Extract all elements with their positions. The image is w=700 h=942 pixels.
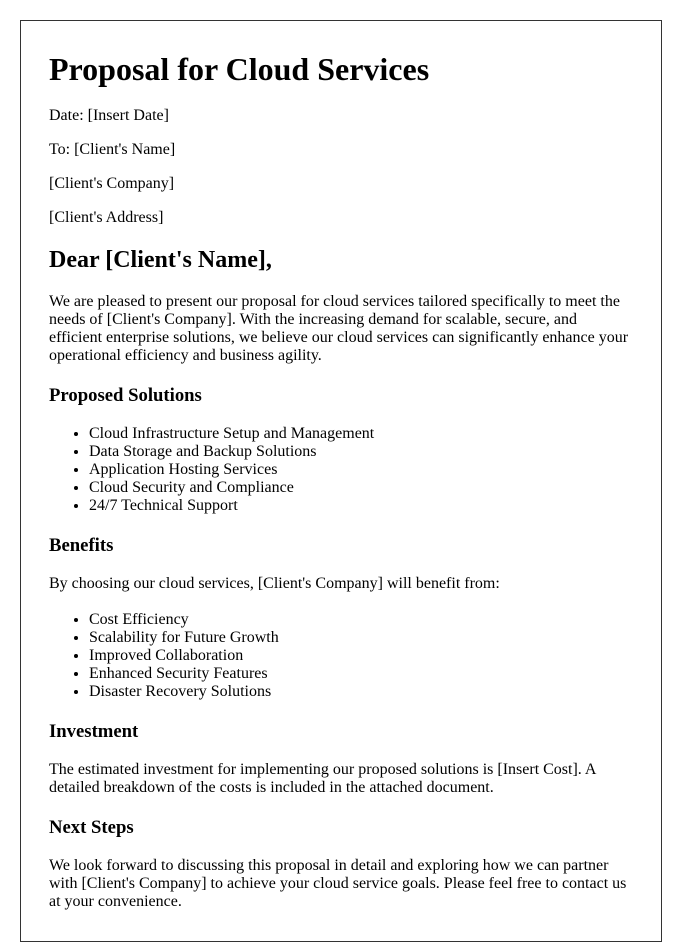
benefits-intro: By choosing our cloud services, [Client'… xyxy=(49,575,500,592)
proposed-solutions-heading: Proposed Solutions xyxy=(49,385,202,406)
list-item: 24/7 Technical Support xyxy=(89,497,633,515)
benefits-section: Benefits By choosing our cloud services,… xyxy=(49,535,633,701)
recipient-company-line: [Client's Company] xyxy=(49,175,175,192)
benefits-list: Cost Efficiency Scalability for Future G… xyxy=(49,611,633,701)
list-item: Cloud Security and Compliance xyxy=(89,479,633,497)
proposal-document: Proposal for Cloud Services Date: [Inser… xyxy=(20,20,662,942)
next-steps-heading: Next Steps xyxy=(49,817,134,838)
list-item: Data Storage and Backup Solutions xyxy=(89,443,633,461)
list-item: Application Hosting Services xyxy=(89,461,633,479)
investment-heading: Investment xyxy=(49,721,139,742)
proposed-solutions-list: Cloud Infrastructure Setup and Managemen… xyxy=(49,425,633,515)
list-item: Improved Collaboration xyxy=(89,647,633,665)
list-item: Scalability for Future Growth xyxy=(89,629,633,647)
investment-paragraph: The estimated investment for implementin… xyxy=(49,761,596,796)
proposed-solutions-section: Proposed Solutions Cloud Infrastructure … xyxy=(49,385,633,515)
list-item: Cloud Infrastructure Setup and Managemen… xyxy=(89,425,633,443)
intro-paragraph: We are pleased to present our proposal f… xyxy=(49,293,629,364)
recipient-name-line: To: [Client's Name] xyxy=(49,141,176,158)
investment-section: Investment The estimated investment for … xyxy=(49,721,633,797)
list-item: Cost Efficiency xyxy=(89,611,633,629)
list-item: Enhanced Security Features xyxy=(89,665,633,683)
recipient-address-line: [Client's Address] xyxy=(49,209,164,226)
salutation-heading: Dear [Client's Name], xyxy=(49,247,272,273)
benefits-heading: Benefits xyxy=(49,535,114,556)
date-line: Date: [Insert Date] xyxy=(49,107,169,124)
next-steps-paragraph: We look forward to discussing this propo… xyxy=(49,857,627,910)
letter-header: Date: [Insert Date] To: [Client's Name] … xyxy=(49,107,633,227)
next-steps-section: Next Steps We look forward to discussing… xyxy=(49,817,633,911)
document-title: Proposal for Cloud Services xyxy=(49,51,430,87)
list-item: Disaster Recovery Solutions xyxy=(89,683,633,701)
